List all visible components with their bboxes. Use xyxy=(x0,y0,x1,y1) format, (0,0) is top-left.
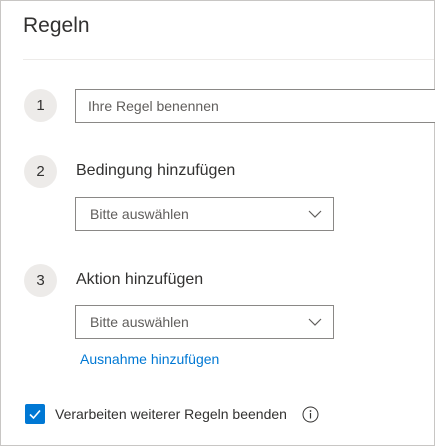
rules-panel: Regeln 1 2 Bedingung hinzufügen Bitte au… xyxy=(0,0,435,446)
stop-processing-label: Verarbeiten weiterer Regeln beenden xyxy=(55,406,287,422)
action-label: Aktion hinzufügen xyxy=(76,271,204,288)
panel-title: Regeln xyxy=(23,14,90,37)
stop-processing-checkbox[interactable] xyxy=(25,404,45,424)
step-3-badge: 3 xyxy=(24,264,57,297)
title-divider xyxy=(23,59,434,60)
condition-label: Bedingung hinzufügen xyxy=(76,162,236,179)
condition-dropdown[interactable]: Bitte auswählen xyxy=(75,197,334,231)
step-1-badge: 1 xyxy=(24,89,57,122)
chevron-down-icon xyxy=(308,318,322,326)
action-dropdown[interactable]: Bitte auswählen xyxy=(75,305,334,339)
rule-name-input[interactable] xyxy=(75,89,435,123)
action-dropdown-value: Bitte auswählen xyxy=(90,314,189,330)
checkmark-icon xyxy=(29,409,41,420)
add-exception-link[interactable]: Ausnahme hinzufügen xyxy=(80,351,219,367)
step-2-badge: 2 xyxy=(24,155,57,188)
condition-dropdown-value: Bitte auswählen xyxy=(90,206,189,222)
chevron-down-icon xyxy=(308,210,322,218)
info-icon[interactable] xyxy=(302,406,319,423)
